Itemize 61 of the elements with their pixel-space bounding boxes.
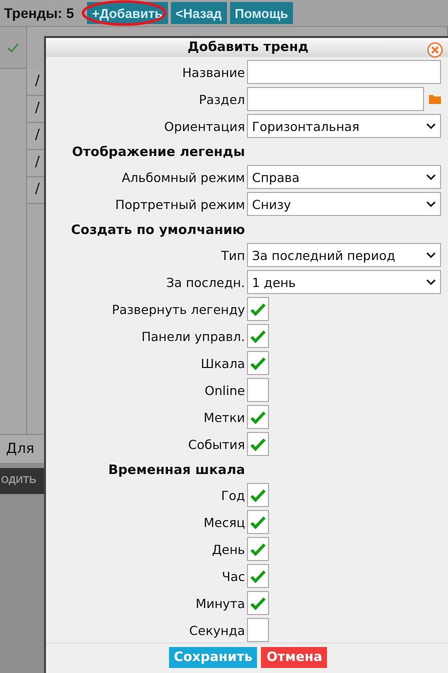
field-label: За последн. (166, 274, 245, 290)
toolbar-button[interactable]: Помощь (230, 2, 294, 24)
check-icon (250, 302, 266, 316)
page-title: Тренды: 5 (4, 5, 74, 21)
field-label: Название (182, 64, 245, 80)
checkbox[interactable] (247, 564, 269, 588)
checkbox-label: Год (221, 488, 245, 502)
check-icon (250, 570, 266, 582)
chevron-icon (426, 174, 436, 180)
select-field[interactable]: Справа (247, 165, 441, 189)
checkbox[interactable] (247, 510, 269, 534)
toolbar-button[interactable]: <Назад (170, 2, 227, 24)
checkbox-label: Шкала (200, 356, 245, 370)
checkbox[interactable] (247, 378, 269, 402)
select-field[interactable]: Горизонтальная (247, 114, 441, 138)
check-icon (250, 330, 266, 342)
field-label: Раздел (198, 92, 245, 106)
checkbox[interactable] (247, 432, 269, 456)
save-button[interactable]: Сохранить (168, 647, 258, 668)
dialog-title: Добавить тренд (187, 40, 309, 55)
checkbox-label: День (212, 542, 245, 556)
chevron-icon (426, 252, 436, 258)
select-field[interactable]: Снизу (247, 192, 441, 216)
checkbox[interactable] (247, 324, 269, 348)
folder-icon[interactable] (429, 94, 441, 104)
chevron-icon (426, 200, 436, 208)
checkbox[interactable] (247, 618, 269, 642)
checkbox[interactable] (247, 483, 269, 507)
field-label: Тип (221, 248, 245, 262)
chevron-icon (426, 122, 436, 130)
select-field[interactable]: За последний период (247, 243, 441, 267)
select-field[interactable]: 1 день (247, 270, 441, 294)
checkbox[interactable] (247, 405, 269, 429)
close-icon[interactable] (427, 42, 443, 58)
check-icon (250, 516, 266, 528)
checkbox-label: Online (204, 382, 245, 398)
section-heading: Временная шкала (108, 462, 245, 480)
checkbox-label: Час (222, 568, 245, 584)
checkbox[interactable] (247, 537, 269, 561)
checkbox-label: Метки (204, 410, 245, 424)
checkbox-label: Секунда (189, 622, 245, 638)
cancel-button[interactable]: Отмена (261, 647, 328, 668)
checkbox-label: Развернуть легенду (112, 302, 245, 316)
checkbox[interactable] (247, 591, 269, 615)
input-field[interactable] (247, 60, 441, 84)
check-icon (250, 596, 266, 610)
checkbox[interactable] (247, 297, 269, 321)
check-icon (250, 410, 266, 424)
chevron-icon (426, 278, 436, 286)
check-icon (250, 356, 266, 370)
check-icon (250, 542, 266, 556)
checkbox-label: Минута (196, 596, 245, 610)
checkbox-label: Месяц (204, 514, 245, 530)
checkbox-label: Панели управл. (141, 328, 245, 344)
check-icon (250, 438, 266, 450)
check-icon (250, 488, 266, 502)
checkbox[interactable] (247, 351, 269, 375)
check-icon (7, 42, 19, 52)
input-field[interactable] (247, 87, 424, 111)
section-heading: Создать по умолчанию (71, 222, 245, 240)
checkbox-label: События (188, 436, 245, 452)
